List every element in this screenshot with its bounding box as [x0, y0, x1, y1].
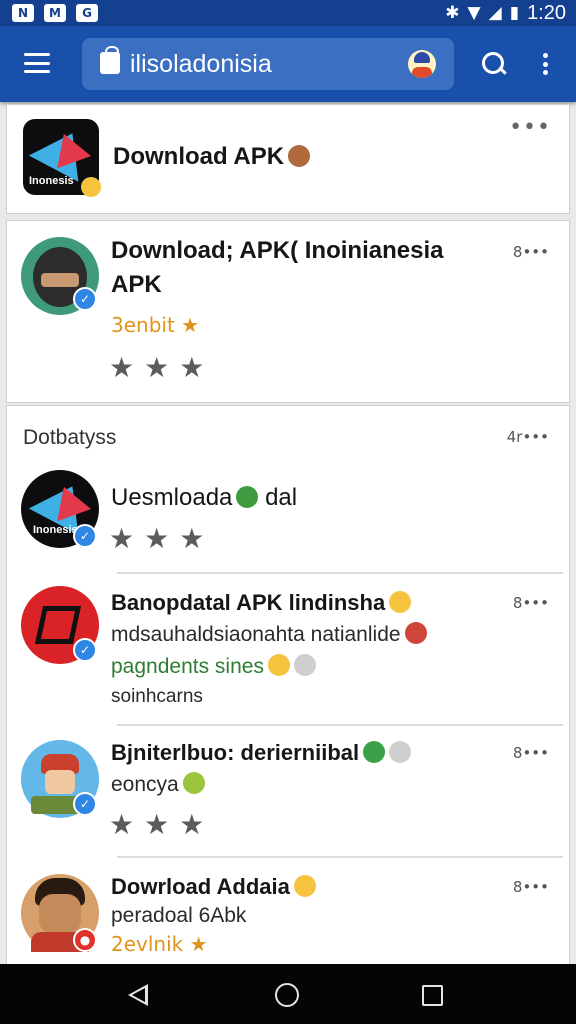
app-title[interactable]: Dowrload Addaia: [111, 874, 316, 900]
navigation-bar: [0, 964, 576, 1024]
emoji-icon: [389, 591, 412, 613]
rating-label: 2evlnik ★: [111, 932, 208, 956]
bluetooth-icon: ✱: [445, 3, 460, 23]
emoji-icon: [288, 145, 311, 167]
app-subtitle-2: pagndents sines: [111, 654, 316, 679]
section-title: Dotbatyss: [23, 426, 117, 449]
app-title[interactable]: Banopdatal APK lindinsha: [111, 590, 412, 616]
emoji-icon: [236, 486, 259, 508]
overflow-menu-icon[interactable]: •••: [509, 115, 551, 140]
verified-badge-icon: ✓: [73, 287, 97, 311]
app-title[interactable]: Bjniterlbuo: derierniibal: [111, 740, 412, 766]
emoji-icon: [363, 741, 386, 763]
featured-app-card[interactable]: Inonesis Download APK •••: [6, 104, 570, 214]
app-icon-person[interactable]: ●: [21, 874, 99, 952]
notification-g-icon: G: [76, 4, 98, 22]
star-rating: ★★★: [109, 351, 215, 384]
featured-title: Download APK: [113, 143, 311, 171]
app-title[interactable]: Uesmloada dal: [111, 484, 297, 512]
star-rating: ★★★: [109, 808, 215, 841]
emoji-icon: [404, 622, 427, 644]
badge-icon: ●: [73, 928, 97, 952]
battery-icon: ▮: [509, 3, 520, 23]
section-card: Dotbatyss 4r••• Inonesis ✓ Uesmloada dal…: [6, 405, 570, 965]
app-subtitle: peradoal 6Abk: [111, 904, 247, 927]
wifi-icon: ▼: [467, 3, 481, 23]
icon-caption: Inonesis: [29, 175, 74, 187]
app-icon-red[interactable]: ✓: [21, 586, 99, 664]
status-bar: N M G ✱ ▼ ◢ ▮ 1:20: [0, 0, 576, 26]
item-count: 8•••: [512, 594, 549, 612]
shopping-bag-icon: [100, 46, 120, 74]
recent-apps-icon[interactable]: [422, 985, 443, 1006]
star-rating: ★★★: [109, 522, 215, 555]
verified-badge-icon: ✓: [73, 524, 97, 548]
clock: 1:20: [527, 1, 566, 24]
item-count: 8•••: [512, 878, 549, 896]
search-icon[interactable]: [480, 50, 508, 78]
item-count: 8•••: [512, 744, 549, 762]
more-options-icon[interactable]: [538, 50, 552, 78]
icon-caption: Inonesis: [33, 524, 78, 536]
section-count: 4r•••: [506, 428, 549, 446]
system-icons: ✱ ▼ ◢ ▮ 1:20: [445, 2, 566, 25]
app-list-card: ✓ Download; APK( Inoinianesia APK 3enbit…: [6, 220, 570, 403]
notification-m-icon: M: [44, 4, 66, 22]
emoji-icon: [293, 654, 316, 676]
app-title-line2: APK: [111, 271, 162, 298]
search-text: ilisoladonisia: [130, 50, 272, 78]
back-icon[interactable]: [128, 984, 148, 1006]
emoji-icon: [267, 654, 290, 676]
emoji-badge-icon: [81, 177, 101, 197]
rating-label: 3enbit ★: [111, 313, 200, 337]
app-subtitle: eoncya: [111, 772, 205, 797]
app-icon-ninja[interactable]: ✓: [21, 237, 99, 315]
app-subtitle-3: soinhcarns: [111, 686, 203, 707]
search-field[interactable]: ilisoladonisia: [82, 38, 454, 90]
app-title[interactable]: Download; APK( Inoinianesia: [111, 237, 443, 265]
verified-badge-icon: ✓: [73, 792, 97, 816]
notification-icons: N M G: [12, 4, 98, 22]
app-subtitle: mdsauhaldsiaonahta natianlide: [111, 622, 427, 647]
notification-n-icon: N: [12, 4, 34, 22]
signal-icon: ◢: [488, 3, 502, 23]
emoji-icon: [182, 772, 205, 794]
app-icon-character[interactable]: ✓: [21, 740, 99, 818]
account-avatar[interactable]: [408, 50, 436, 78]
hamburger-menu-icon[interactable]: [22, 50, 52, 76]
app-bar: ilisoladonisia: [0, 26, 576, 102]
item-count: 8•••: [512, 243, 549, 261]
home-icon[interactable]: [275, 983, 299, 1007]
emoji-icon: [389, 741, 412, 763]
emoji-icon: [293, 875, 316, 897]
verified-badge-icon: ✓: [73, 638, 97, 662]
